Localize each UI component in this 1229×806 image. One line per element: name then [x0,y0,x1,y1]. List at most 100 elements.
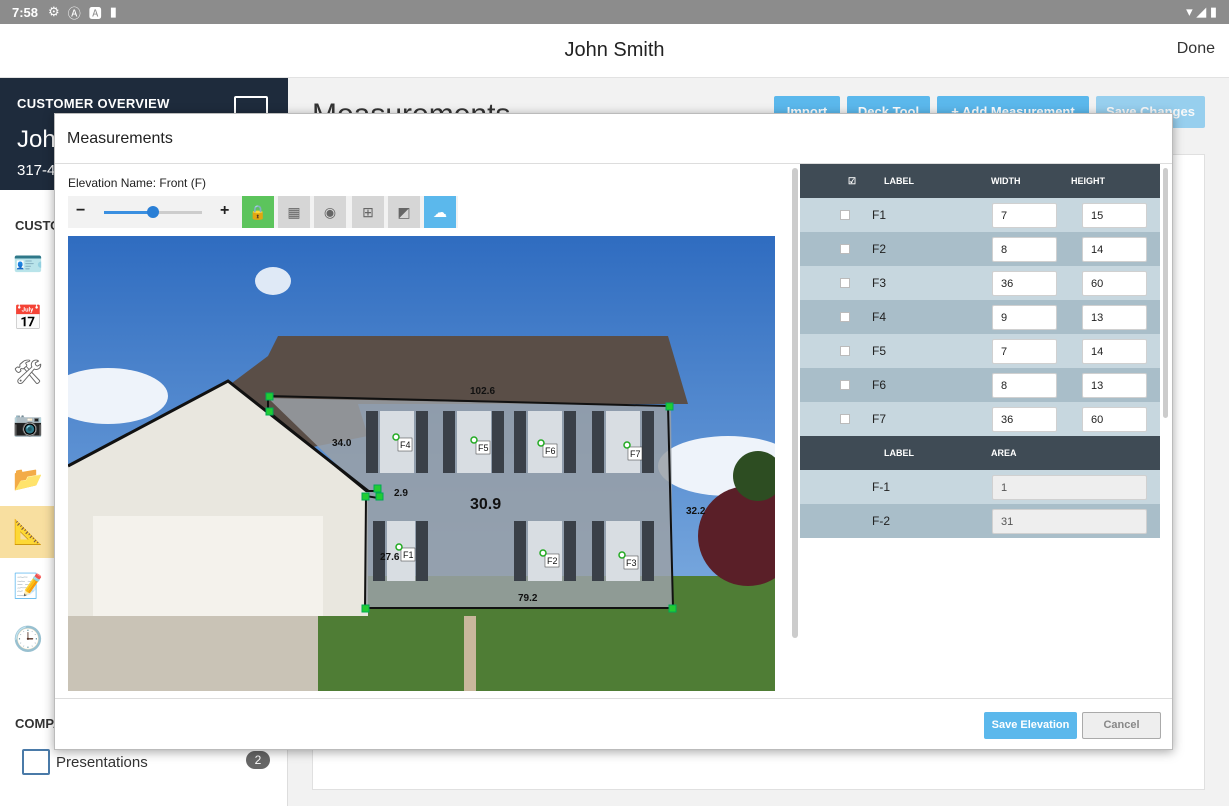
width-input[interactable]: 36 [992,407,1057,432]
drawing-toolbar: − + 🔒 ▦ ◉ ⊞ ◩ ☁ [68,196,458,228]
row-label: F3 [872,276,887,290]
opening-label[interactable]: F5 [478,443,489,453]
row-label: F1 [872,208,887,222]
zoom-slider-knob[interactable] [147,206,159,218]
table-row: F2 8 14 [800,232,1160,266]
opening-label[interactable]: F2 [547,556,558,566]
row-checkbox[interactable] [840,346,850,356]
table-row: F3 36 60 [800,266,1160,300]
opening-label[interactable]: F4 [400,440,411,450]
tape-measure-icon[interactable]: ◉ [314,196,346,228]
driveway [68,616,318,691]
zoom-slider[interactable] [104,206,202,218]
calendar-icon[interactable]: 📅 [0,292,56,344]
table-header: ☑ LABEL WIDTH HEIGHT [800,164,1160,198]
area-row-label: F-1 [872,480,890,494]
modal-title: Measurements [55,114,1172,164]
camera-icon[interactable]: 📷 [0,398,56,450]
mailbox-post [464,616,476,691]
width-input[interactable]: 7 [992,203,1057,228]
height-input[interactable]: 60 [1082,271,1147,296]
table-scrollbar[interactable] [1163,168,1168,418]
width-input[interactable]: 36 [992,271,1057,296]
col-area: AREA [991,448,1017,458]
tools-icon[interactable]: 🛠 [0,346,56,398]
row-label: F2 [872,242,887,256]
done-button[interactable]: Done [1177,40,1215,58]
customer-phone: 317-4 [17,162,56,179]
gear-icon: ⚙ [48,4,60,19]
table-row: F1 7 15 [800,198,1160,232]
col-width: WIDTH [991,176,1021,186]
zoom-in-button[interactable]: + [220,202,229,220]
window-icon[interactable]: ⊞ [352,196,384,228]
area-row: F-1 1 [800,470,1160,504]
siding-icon[interactable]: ◩ [388,196,420,228]
cancel-button[interactable]: Cancel [1082,712,1161,739]
table-row: F6 8 13 [800,368,1160,402]
col-height: HEIGHT [1071,176,1106,186]
height-input[interactable]: 60 [1082,407,1147,432]
width-input[interactable]: 8 [992,237,1057,262]
opening-label[interactable]: F3 [626,558,637,568]
ruler-pencil-icon[interactable]: 📐 [0,506,56,558]
status-time: 7:58 [12,4,39,20]
a-circle-icon: Ⓐ [67,5,81,21]
table-row: F7 36 60 [800,402,1160,436]
opening-label[interactable]: F1 [403,550,414,560]
width-input[interactable]: 9 [992,305,1057,330]
signal-battery-icons: ▾ ◢ ▮ [1186,4,1217,19]
height-input[interactable]: 14 [1082,339,1147,364]
row-checkbox[interactable] [840,278,850,288]
opening-label[interactable]: F7 [630,449,641,459]
opening-label[interactable]: F6 [545,446,556,456]
row-checkbox[interactable] [840,312,850,322]
zoom-out-button[interactable]: − [76,202,85,220]
a-square-icon: 🅰 [88,5,102,21]
contact-card-icon[interactable]: 🪪 [0,238,56,290]
dim-bottom: 79.2 [518,593,538,604]
dim-left-side: 27.6 [380,552,400,563]
row-checkbox[interactable] [840,380,850,390]
elevation-photo[interactable]: 102.6 34.0 2.9 30.9 27.6 79.2 32.2 F4 F5… [68,236,775,691]
width-input[interactable]: 7 [992,339,1057,364]
row-checkbox[interactable] [840,210,850,220]
area-table-header: LABEL AREA [800,436,1160,470]
col-area-label: LABEL [884,448,914,458]
presentations-count-badge: 2 [246,751,270,769]
presentation-icon [22,749,50,775]
grid-icon[interactable]: ▦ [278,196,310,228]
status-bar: 7:58 ⚙ Ⓐ 🅰 ▮ ▾ ◢ ▮ [0,0,1229,24]
modal-footer: Save Elevation Cancel [55,698,1172,750]
table-row: F5 7 14 [800,334,1160,368]
col-label: LABEL [884,176,914,186]
zoom-slider-fill [104,211,153,214]
height-input[interactable]: 14 [1082,237,1147,262]
height-input[interactable]: 13 [1082,305,1147,330]
elevation-canvas[interactable]: 102.6 34.0 2.9 30.9 27.6 79.2 32.2 F4 F5… [68,236,775,691]
clock-icon[interactable]: 🕒 [0,613,56,665]
cloud [255,267,291,295]
photo-scrollbar[interactable] [792,168,798,638]
edit-note-icon[interactable]: 📝 [0,560,56,612]
dim-right: 32.2 [686,506,706,517]
width-input[interactable]: 8 [992,373,1057,398]
row-checkbox[interactable] [840,244,850,254]
area-input: 31 [992,509,1147,534]
sidebar-item-presentations[interactable]: Presentations 2 [0,745,288,785]
cloud-icon[interactable]: ☁ [424,196,456,228]
elevation-name: Elevation Name: Front (F) [68,176,207,190]
garage-door [93,516,323,616]
presentations-label: Presentations [56,754,148,771]
save-elevation-button[interactable]: Save Elevation [984,712,1077,739]
openings-table: ☑ LABEL WIDTH HEIGHT F1 7 15 F2 8 14 F3 … [800,164,1160,540]
height-input[interactable]: 13 [1082,373,1147,398]
lock-icon[interactable]: 🔒 [242,196,274,228]
row-label: F6 [872,378,887,392]
folder-icon[interactable]: 📂 [0,453,56,505]
height-input[interactable]: 15 [1082,203,1147,228]
app-bar: John Smith Done [0,24,1229,78]
customer-overview-label: CUSTOMER OVERVIEW [17,96,170,111]
check-all-icon[interactable]: ☑ [848,176,856,187]
row-checkbox[interactable] [840,414,850,424]
